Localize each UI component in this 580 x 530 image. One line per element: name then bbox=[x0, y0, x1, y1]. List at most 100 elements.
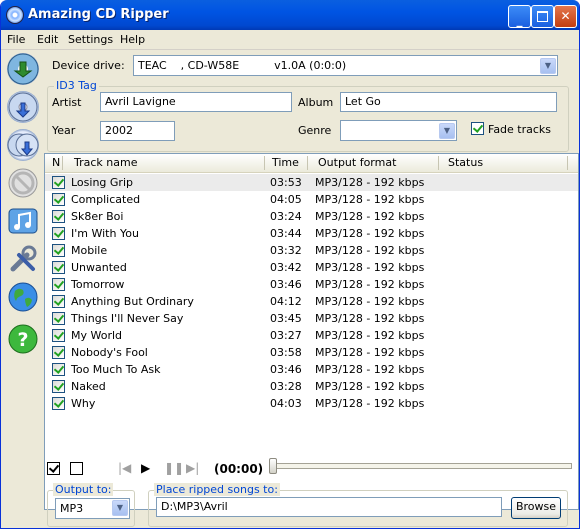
column-separator[interactable] bbox=[438, 156, 439, 170]
track-row[interactable]: Anything But Ordinary 04:12 MP3/128 - 192 … bbox=[45, 293, 578, 310]
track-checkbox[interactable] bbox=[52, 193, 65, 206]
track-format: MP3/128 - 192 kbps bbox=[315, 380, 425, 393]
column-separator[interactable] bbox=[264, 156, 265, 170]
column-output-format[interactable]: Output format bbox=[318, 156, 396, 169]
tools-icon[interactable] bbox=[7, 243, 39, 275]
track-row[interactable]: Complicated 04:05 MP3/128 - 192 kbps bbox=[45, 191, 578, 208]
track-time: 03:32 bbox=[270, 244, 302, 257]
track-time: 04:12 bbox=[270, 295, 302, 308]
track-time: 03:42 bbox=[270, 261, 302, 274]
track-row[interactable]: Losing Grip 03:53 MP3/128 - 192 kbps bbox=[45, 174, 578, 191]
column-separator[interactable] bbox=[307, 156, 308, 170]
track-checkbox[interactable] bbox=[52, 346, 65, 359]
rip-all-icon[interactable] bbox=[7, 129, 39, 161]
browse-button[interactable]: Browse bbox=[511, 497, 561, 519]
output-format-dropdown-arrow[interactable]: ▼ bbox=[112, 500, 128, 516]
toolbar-sidebar: ? bbox=[2, 50, 44, 528]
track-name: Complicated bbox=[71, 193, 141, 206]
year-label: Year bbox=[52, 124, 76, 137]
track-checkbox[interactable] bbox=[52, 329, 65, 342]
title-bar[interactable]: Amazing CD Ripper _ ✕ bbox=[1, 0, 579, 30]
track-checkbox[interactable] bbox=[52, 244, 65, 257]
track-checkbox[interactable] bbox=[52, 210, 65, 223]
track-time: 03:44 bbox=[270, 227, 302, 240]
track-checkbox[interactable] bbox=[52, 397, 65, 410]
track-row[interactable]: Nobody's Fool 03:58 MP3/128 - 192 kbps bbox=[45, 344, 578, 361]
track-name: I'm With You bbox=[71, 227, 139, 240]
track-name: Tomorrow bbox=[71, 278, 125, 291]
track-checkbox[interactable] bbox=[52, 363, 65, 376]
track-name: Too Much To Ask bbox=[71, 363, 161, 376]
destination-group-title: Place ripped songs to: bbox=[154, 483, 280, 496]
menu-file[interactable]: File bbox=[7, 33, 25, 46]
track-format: MP3/128 - 192 kbps bbox=[315, 312, 425, 325]
track-name: Unwanted bbox=[71, 261, 127, 274]
track-row[interactable]: My World 03:27 MP3/128 - 192 kbps bbox=[45, 327, 578, 344]
menu-settings[interactable]: Settings bbox=[68, 33, 113, 46]
album-label: Album bbox=[298, 96, 334, 109]
track-row[interactable]: Too Much To Ask 03:46 MP3/128 - 192 kbps bbox=[45, 361, 578, 378]
track-row[interactable]: I'm With You 03:44 MP3/128 - 192 kbps bbox=[45, 225, 578, 242]
menu-edit[interactable]: Edit bbox=[37, 33, 58, 46]
fade-tracks-checkbox[interactable] bbox=[471, 122, 484, 135]
playback-slider-thumb[interactable] bbox=[269, 458, 277, 474]
track-name: Naked bbox=[71, 380, 106, 393]
track-format: MP3/128 - 192 kbps bbox=[315, 261, 425, 274]
minimize-button[interactable]: _ bbox=[508, 5, 531, 28]
column-time[interactable]: Time bbox=[272, 156, 299, 169]
main-panel: Device drive: TEAC , CD-W58E v1.0A (0:0:… bbox=[44, 50, 579, 528]
column-separator[interactable] bbox=[567, 156, 568, 170]
artist-input[interactable]: Avril Lavigne bbox=[100, 92, 292, 112]
track-checkbox[interactable] bbox=[52, 176, 65, 189]
column-number[interactable]: N bbox=[52, 156, 60, 169]
stop-icon[interactable] bbox=[7, 167, 39, 199]
track-row[interactable]: Naked 03:28 MP3/128 - 192 kbps bbox=[45, 378, 578, 395]
next-track-icon[interactable]: ▶| bbox=[186, 461, 199, 475]
column-status[interactable]: Status bbox=[448, 156, 483, 169]
track-checkbox[interactable] bbox=[52, 261, 65, 274]
rip-selected-icon[interactable] bbox=[7, 91, 39, 123]
maximize-button[interactable] bbox=[531, 5, 554, 28]
album-input[interactable]: Let Go bbox=[340, 92, 557, 112]
device-drive-select[interactable]: TEAC , CD-W58E v1.0A (0:0:0) bbox=[133, 55, 558, 76]
track-time: 03:58 bbox=[270, 346, 302, 359]
track-checkbox[interactable] bbox=[52, 227, 65, 240]
help-icon[interactable]: ? bbox=[7, 323, 39, 355]
menu-help[interactable]: Help bbox=[120, 33, 145, 46]
track-format: MP3/128 - 192 kbps bbox=[315, 176, 425, 189]
device-dropdown-arrow[interactable]: ▼ bbox=[540, 58, 556, 74]
destination-path-input[interactable]: D:\MP3\Avril bbox=[156, 497, 502, 517]
track-format: MP3/128 - 192 kbps bbox=[315, 278, 425, 291]
previous-track-icon[interactable]: |◀ bbox=[118, 461, 131, 475]
track-format: MP3/128 - 192 kbps bbox=[315, 397, 425, 410]
rip-cd-icon[interactable] bbox=[7, 53, 39, 85]
play-icon[interactable]: ▶ bbox=[141, 461, 150, 475]
track-row[interactable]: Things I'll Never Say 03:45 MP3/128 - 192 … bbox=[45, 310, 578, 327]
genre-dropdown-arrow[interactable]: ▼ bbox=[439, 123, 455, 139]
track-name: Why bbox=[71, 397, 96, 410]
year-input[interactable]: 2002 bbox=[100, 121, 175, 141]
track-time: 04:03 bbox=[270, 397, 302, 410]
track-checkbox[interactable] bbox=[52, 278, 65, 291]
track-row[interactable]: Unwanted 03:42 MP3/128 - 192 kbps bbox=[45, 259, 578, 276]
check-all-icon[interactable] bbox=[47, 462, 60, 475]
track-time: 03:46 bbox=[270, 363, 302, 376]
app-window: Amazing CD Ripper _ ✕ File Edit Settings… bbox=[0, 0, 580, 529]
track-row[interactable]: Sk8er Boi 03:24 MP3/128 - 192 kbps bbox=[45, 208, 578, 225]
playback-slider[interactable] bbox=[269, 458, 572, 474]
column-track-name[interactable]: Track name bbox=[74, 156, 137, 169]
track-checkbox[interactable] bbox=[52, 295, 65, 308]
track-row[interactable]: Mobile 03:32 MP3/128 - 192 kbps bbox=[45, 242, 578, 259]
close-button[interactable]: ✕ bbox=[554, 5, 577, 28]
track-row[interactable]: Tomorrow 03:46 MP3/128 - 192 kbps bbox=[45, 276, 578, 293]
app-cd-icon bbox=[6, 6, 24, 24]
track-checkbox[interactable] bbox=[52, 312, 65, 325]
internet-icon[interactable] bbox=[7, 281, 39, 313]
track-checkbox[interactable] bbox=[52, 380, 65, 393]
pause-icon[interactable]: ❚❚ bbox=[164, 461, 184, 475]
uncheck-all-icon[interactable] bbox=[70, 462, 83, 475]
music-settings-icon[interactable] bbox=[7, 205, 39, 237]
track-name: Mobile bbox=[71, 244, 108, 257]
column-separator[interactable] bbox=[62, 156, 63, 170]
track-row[interactable]: Why 04:03 MP3/128 - 192 kbps bbox=[45, 395, 578, 412]
